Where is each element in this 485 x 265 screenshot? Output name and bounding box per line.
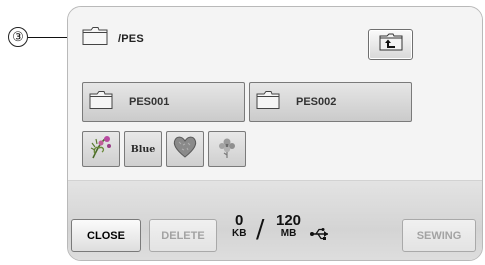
- folder-button-pes001[interactable]: PES001: [82, 82, 245, 122]
- used-value: 0: [235, 212, 244, 229]
- folder-label: PES001: [129, 96, 170, 108]
- memory-used: 0 KB: [232, 213, 246, 239]
- sewing-button[interactable]: SEWING: [402, 219, 476, 252]
- design-thumbnail-flower[interactable]: [208, 131, 246, 167]
- path-label: /PES: [118, 32, 144, 45]
- folder-label: PES002: [296, 96, 337, 108]
- folder-icon: [82, 26, 108, 51]
- design-thumbnail-heart[interactable]: [166, 131, 204, 167]
- total-unit: MB: [280, 228, 297, 239]
- memory-separator: /: [256, 214, 265, 243]
- folder-icon: [89, 90, 113, 115]
- total-value: 120: [276, 212, 302, 229]
- folder-up-arrow-icon: [378, 32, 404, 57]
- callout-number: ③: [8, 27, 28, 47]
- floral-design-icon: [87, 134, 115, 165]
- folder-up-button[interactable]: [368, 29, 413, 60]
- design-thumbnail-text[interactable]: Blue: [124, 131, 162, 167]
- close-button[interactable]: CLOSE: [71, 219, 141, 252]
- used-unit: KB: [232, 228, 247, 239]
- current-path: /PES: [82, 26, 144, 51]
- memory-total: 120 MB: [276, 213, 301, 239]
- heart-design-icon: [171, 134, 199, 165]
- usb-icon: [309, 227, 331, 246]
- content-area: /PES PES001 PES002 Blue: [68, 7, 482, 181]
- folder-icon: [256, 90, 280, 115]
- design-thumbnail-floral[interactable]: [82, 131, 120, 167]
- text-design-icon: Blue: [130, 143, 156, 155]
- folder-button-pes002[interactable]: PES002: [249, 82, 412, 122]
- flower-design-icon: [213, 134, 241, 165]
- delete-button[interactable]: DELETE: [149, 219, 217, 252]
